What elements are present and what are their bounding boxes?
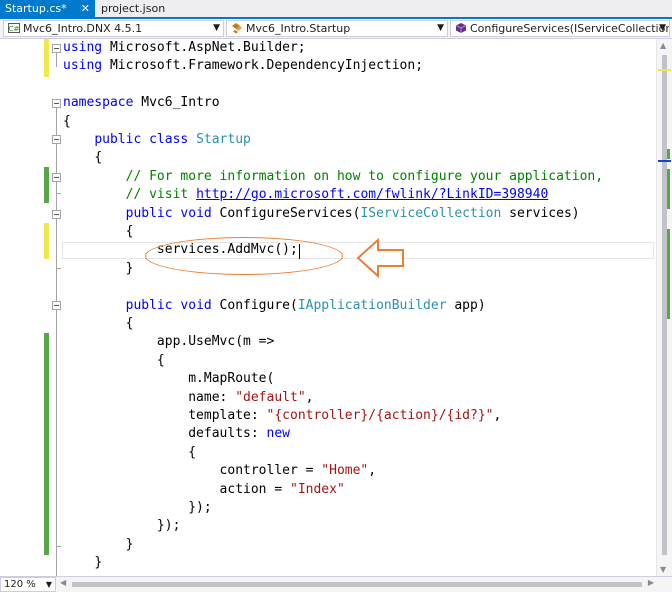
navigation-bar: C# Mvc6_Intro.DNX 4.5.1 ▼ Mvc6_Intro.Sta… bbox=[0, 19, 672, 39]
outline-end bbox=[56, 268, 61, 269]
type-dropdown[interactable]: Mvc6_Intro.Startup ▼ bbox=[226, 20, 448, 37]
csharp-project-icon: C# bbox=[8, 22, 20, 34]
saved-change-marker bbox=[44, 333, 49, 555]
fwlink-hyperlink[interactable]: http://go.microsoft.com/fwlink/?LinkID=3… bbox=[196, 187, 548, 202]
change-overview-mark bbox=[658, 69, 671, 71]
chevron-down-icon: ▼ bbox=[213, 23, 220, 33]
tab-startup-cs[interactable]: Startup.cs* ✕ bbox=[0, 0, 95, 17]
svg-text:C#: C# bbox=[9, 25, 20, 33]
code-line: using Microsoft.Framework.DependencyInje… bbox=[63, 58, 424, 73]
close-tab-icon[interactable]: ✕ bbox=[81, 0, 90, 17]
collapse-region-icon[interactable] bbox=[52, 99, 61, 108]
code-line: { bbox=[188, 445, 197, 460]
code-editor[interactable]: using Microsoft.AspNet.Builder; using Mi… bbox=[0, 39, 656, 576]
unsaved-change-marker bbox=[44, 39, 49, 77]
zoom-dropdown[interactable]: 120 % ▼ bbox=[0, 577, 56, 592]
code-line: // For more information on how to config… bbox=[125, 169, 604, 184]
scroll-left-icon[interactable]: ◀ bbox=[60, 578, 66, 587]
code-line: { bbox=[156, 353, 165, 368]
member-dropdown-value: ConfigureServices(IServiceCollection ser bbox=[470, 22, 670, 35]
collapse-region-icon[interactable] bbox=[52, 44, 61, 53]
method-icon bbox=[455, 22, 467, 34]
outline-line bbox=[56, 53, 57, 67]
outline-end bbox=[56, 546, 61, 547]
change-overview-mark bbox=[667, 149, 670, 159]
code-line: action = "Index" bbox=[219, 482, 345, 497]
zoom-value: 120 % bbox=[4, 579, 36, 590]
project-dropdown-value: Mvc6_Intro.DNX 4.5.1 bbox=[23, 22, 143, 35]
unsaved-change-marker bbox=[44, 223, 49, 259]
code-line: } bbox=[125, 261, 134, 276]
saved-change-marker bbox=[44, 167, 49, 203]
caret-position-mark bbox=[658, 160, 671, 162]
editor-bottom-bar: 120 % ▼ ◀ ▶ bbox=[0, 576, 672, 592]
code-line: { bbox=[94, 150, 103, 165]
tab-label: project.json bbox=[101, 2, 166, 15]
code-line: public void Configure(IApplicationBuilde… bbox=[125, 298, 486, 313]
scrollbar-thumb[interactable] bbox=[72, 582, 642, 587]
code-line: controller = "Home", bbox=[219, 463, 377, 478]
scroll-up-icon[interactable]: ▲ bbox=[660, 41, 666, 50]
horizontal-scrollbar[interactable]: ◀ ▶ bbox=[58, 577, 656, 592]
chevron-down-icon: ▼ bbox=[437, 23, 444, 33]
code-line: using Microsoft.AspNet.Builder; bbox=[63, 40, 306, 55]
annotation-ellipse bbox=[145, 237, 343, 275]
code-text[interactable]: using Microsoft.AspNet.Builder; using Mi… bbox=[63, 39, 603, 570]
class-icon bbox=[231, 22, 243, 34]
tab-project-json[interactable]: project.json bbox=[96, 0, 166, 17]
change-overview-mark bbox=[667, 169, 670, 209]
collapse-region-icon[interactable] bbox=[52, 135, 61, 144]
collapse-region-icon[interactable] bbox=[52, 210, 61, 219]
code-line: app.UseMvc(m => bbox=[156, 334, 275, 349]
chevron-down-icon: ▼ bbox=[45, 580, 52, 589]
code-line: { bbox=[125, 224, 134, 239]
vertical-scrollbar[interactable]: ▲ ▼ bbox=[656, 39, 672, 576]
editor-margin bbox=[0, 39, 44, 576]
project-dropdown[interactable]: C# Mvc6_Intro.DNX 4.5.1 ▼ bbox=[3, 20, 224, 37]
code-line: name: "default", bbox=[188, 390, 314, 405]
code-line: } bbox=[125, 537, 134, 552]
code-line: }); bbox=[188, 500, 212, 515]
code-line: // visit http://go.microsoft.com/fwlink/… bbox=[125, 187, 549, 202]
code-line: } bbox=[94, 555, 103, 570]
member-dropdown[interactable]: ConfigureServices(IServiceCollection ser… bbox=[450, 20, 670, 37]
chevron-down-icon: ▼ bbox=[659, 23, 666, 33]
scroll-down-icon[interactable]: ▼ bbox=[660, 565, 666, 574]
code-line: }); bbox=[156, 518, 181, 533]
code-line: template: "{controller}/{action}/{id?}", bbox=[188, 408, 502, 423]
outline-end bbox=[56, 193, 61, 194]
collapse-region-icon[interactable] bbox=[52, 301, 61, 310]
change-overview-mark bbox=[667, 229, 670, 319]
code-line: m.MapRoute( bbox=[188, 371, 275, 386]
document-tab-strip: Startup.cs* ✕ project.json bbox=[0, 0, 672, 19]
code-line: public void ConfigureServices(IServiceCo… bbox=[125, 206, 580, 221]
left-arrow-icon bbox=[356, 238, 404, 278]
outline-line bbox=[56, 310, 57, 546]
scroll-right-icon[interactable]: ▶ bbox=[648, 578, 654, 587]
code-line: { bbox=[63, 114, 71, 129]
code-line: { bbox=[125, 316, 134, 331]
type-dropdown-value: Mvc6_Intro.Startup bbox=[246, 22, 351, 35]
code-line: namespace Mvc6_Intro bbox=[63, 95, 220, 110]
tab-label: Startup.cs* bbox=[5, 2, 67, 15]
collapse-region-icon[interactable] bbox=[52, 173, 61, 182]
outline-line bbox=[56, 219, 57, 268]
code-line: defaults: new bbox=[188, 426, 290, 441]
code-line: public class Startup bbox=[94, 132, 251, 147]
